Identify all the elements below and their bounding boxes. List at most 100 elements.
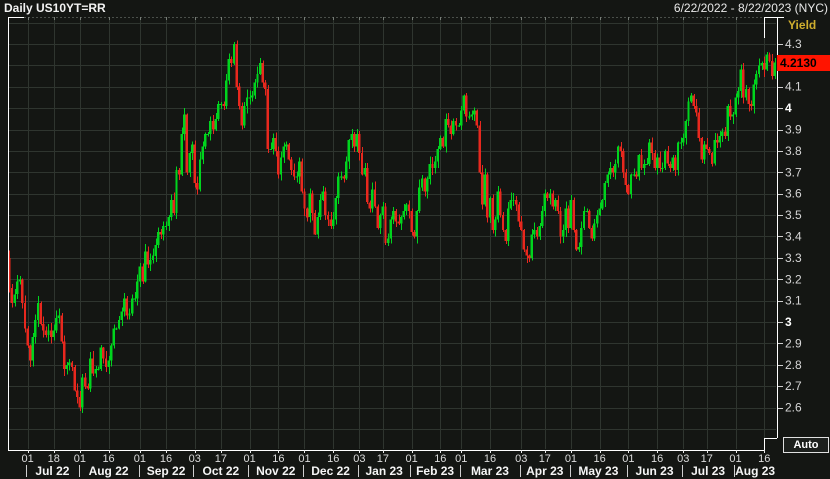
candle-body bbox=[465, 95, 468, 117]
candle-body bbox=[773, 62, 776, 77]
y-axis-label: 4.1 bbox=[785, 80, 802, 94]
candle-body bbox=[352, 133, 356, 147]
candle-body bbox=[441, 138, 445, 147]
candle-body bbox=[590, 227, 593, 239]
chart-window: 4.3 4.1 4 3.9 3.8 3.7 3.6 3.5 3.4 3.3 3.2 3.1 3 2.9 2.… bbox=[0, 0, 830, 479]
candle-body bbox=[222, 103, 225, 106]
candle-body bbox=[125, 298, 129, 316]
candle-body bbox=[663, 150, 667, 168]
candle-body bbox=[470, 114, 473, 117]
candle-body bbox=[669, 163, 672, 169]
candle-body bbox=[554, 200, 557, 207]
candle-body bbox=[39, 302, 42, 325]
auto-scale-button[interactable]: Auto bbox=[783, 437, 829, 453]
x-month-label: Jan 23 bbox=[365, 464, 403, 478]
candle-body bbox=[42, 324, 45, 331]
candle-body bbox=[170, 200, 173, 218]
candle-body bbox=[410, 210, 413, 233]
candle-body bbox=[232, 44, 236, 64]
candle-body bbox=[483, 174, 486, 205]
x-day-label: 01 bbox=[244, 453, 256, 465]
candle-body bbox=[504, 230, 507, 241]
candle-body bbox=[650, 142, 654, 154]
candle-body bbox=[266, 88, 270, 149]
candle-body bbox=[290, 159, 293, 171]
candle-body bbox=[230, 58, 233, 64]
candle-body bbox=[332, 219, 335, 226]
chart-title: Daily US10YT=RR bbox=[4, 1, 106, 15]
y-axis-label: 3.8 bbox=[785, 144, 802, 158]
y-axis-label: 3.6 bbox=[785, 187, 802, 201]
candle-body bbox=[582, 210, 586, 228]
candle-body bbox=[321, 191, 324, 201]
candle-body bbox=[57, 315, 61, 318]
candle-body bbox=[303, 191, 306, 209]
candle-body bbox=[682, 138, 685, 143]
candle-body bbox=[399, 217, 403, 224]
candle-body bbox=[371, 189, 374, 209]
candle-body bbox=[595, 215, 599, 224]
candle-body bbox=[151, 255, 155, 260]
candle-body bbox=[392, 210, 395, 220]
candle-body bbox=[65, 364, 68, 370]
candlestick-plot-area[interactable] bbox=[8, 17, 777, 450]
candle-body bbox=[115, 328, 118, 330]
candle-body bbox=[164, 225, 168, 227]
candle-body bbox=[227, 58, 230, 81]
candle-body bbox=[274, 138, 277, 151]
candle-body bbox=[339, 176, 343, 178]
candle-body bbox=[757, 65, 761, 74]
candle-body bbox=[695, 106, 698, 113]
x-month-label: Sep 22 bbox=[147, 464, 186, 478]
candle-body bbox=[488, 198, 492, 218]
candle-body bbox=[376, 206, 379, 228]
candle-body bbox=[63, 341, 66, 370]
candle-body bbox=[394, 210, 398, 222]
candle-body bbox=[209, 121, 212, 134]
candle-body bbox=[287, 144, 290, 160]
candle-body bbox=[559, 210, 562, 237]
y-axis-label: 2.8 bbox=[785, 358, 802, 372]
candle-body bbox=[611, 168, 614, 173]
x-month-label: Apr 23 bbox=[526, 464, 564, 478]
candle-body bbox=[491, 198, 494, 231]
candle-body bbox=[642, 163, 646, 169]
candle-body bbox=[305, 208, 309, 218]
candle-body bbox=[716, 140, 719, 143]
candle-body bbox=[726, 106, 729, 136]
candle-body bbox=[29, 345, 32, 361]
candle-body bbox=[658, 157, 661, 168]
candle-body bbox=[543, 193, 546, 211]
candle-body bbox=[457, 125, 460, 127]
x-day-label: 03 bbox=[677, 453, 689, 465]
candle-body bbox=[598, 208, 601, 216]
candle-body bbox=[261, 63, 264, 83]
yield-axis-title: Yield bbox=[788, 18, 817, 32]
candle-body bbox=[423, 178, 426, 192]
candle-body bbox=[548, 193, 552, 198]
candle-body bbox=[713, 140, 716, 164]
candle-body bbox=[546, 193, 549, 198]
x-month-label: Nov 22 bbox=[256, 464, 296, 478]
candle-body bbox=[141, 266, 144, 282]
x-month-label: Dec 22 bbox=[311, 464, 350, 478]
candle-body bbox=[337, 176, 340, 198]
candle-body bbox=[316, 217, 319, 235]
candle-body bbox=[739, 69, 742, 91]
candle-body bbox=[214, 118, 217, 130]
candle-body bbox=[736, 91, 740, 98]
candle-body bbox=[78, 396, 81, 408]
x-day-label: 01 bbox=[298, 453, 310, 465]
candle-body bbox=[277, 150, 280, 175]
candle-body bbox=[397, 221, 400, 224]
candle-body bbox=[467, 116, 471, 118]
candle-body bbox=[99, 347, 102, 370]
candle-body bbox=[172, 200, 176, 213]
x-day-label: 03 bbox=[353, 453, 365, 465]
x-month-label: Feb 23 bbox=[416, 464, 454, 478]
candle-body bbox=[763, 63, 766, 70]
candle-body bbox=[31, 337, 34, 361]
y-axis-label: 3.5 bbox=[785, 208, 802, 222]
candle-body bbox=[580, 227, 583, 248]
candle-body bbox=[413, 232, 416, 237]
